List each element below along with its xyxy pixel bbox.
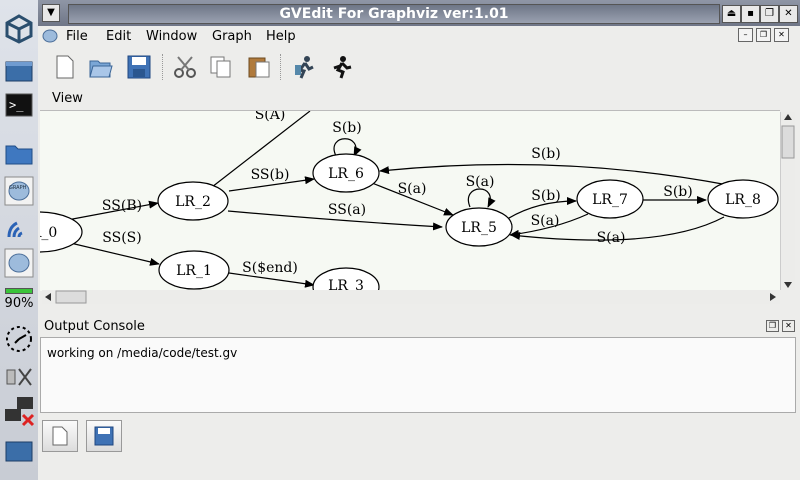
console-float-button[interactable]: ❐ [766, 320, 779, 332]
edge-label-top: S(A) [255, 111, 286, 123]
network-disconnected-icon[interactable] [3, 396, 35, 427]
graphviz-icon-2[interactable] [3, 248, 35, 278]
console-new-button[interactable] [42, 420, 78, 452]
cut-icon[interactable] [170, 52, 200, 82]
battery-percent: 90% [4, 296, 34, 311]
menu-bar: File Edit Window Graph Help [38, 26, 800, 48]
shade-button[interactable]: ⏏ [722, 5, 741, 23]
edge-lr8-lr6 [379, 163, 729, 186]
mdi-restore-button[interactable]: ❐ [756, 28, 771, 42]
new-file-icon[interactable] [50, 52, 80, 82]
edge-label-lr2-lr6: SS(b) [251, 167, 290, 183]
menu-file[interactable]: File [66, 29, 88, 44]
folder-icon[interactable] [3, 138, 35, 168]
copy-icon[interactable] [206, 52, 236, 82]
edge-label-lr7-lr5: S(a) [531, 213, 560, 229]
run-icon[interactable] [326, 52, 356, 82]
edge-label-lr1-lr3: S($end) [242, 260, 298, 276]
app-icon [42, 28, 58, 48]
title-bar[interactable]: ▼ GVEdit For Graphviz ver:1.01 ⏏ ▪ ❐ ✕ [38, 0, 800, 26]
label-r0: R_0 [40, 225, 57, 241]
mdi-close-button[interactable]: ✕ [774, 28, 789, 42]
menu-help[interactable]: Help [266, 29, 296, 44]
console-title-bar: Output Console ❐ ✕ [38, 316, 800, 336]
logo-icon[interactable] [3, 14, 35, 44]
console-output-text: working on /media/code/test.gv [47, 346, 238, 360]
menu-window[interactable]: Window [146, 29, 197, 44]
vertical-scrollbar[interactable] [780, 112, 795, 290]
show-desktop-icon[interactable] [3, 436, 35, 466]
label-lr2: LR_2 [175, 194, 211, 210]
save-icon[interactable] [124, 52, 154, 82]
desktop-dock: >_ GRAPH 90% [0, 0, 39, 480]
edge-label-lr5-self: S(a) [466, 174, 495, 190]
edge-label-lr6-lr5: S(a) [398, 181, 427, 197]
mdi-minimize-button[interactable]: – [738, 28, 753, 42]
label-lr5: LR_5 [461, 220, 497, 236]
edge-label-r0-lr2: SS(B) [102, 198, 142, 214]
maximize-button[interactable]: ❐ [760, 5, 779, 23]
label-lr8: LR_8 [725, 192, 761, 208]
open-folder-icon[interactable] [86, 52, 116, 82]
paste-icon[interactable] [244, 52, 274, 82]
layout-icon[interactable] [290, 52, 320, 82]
edge-label-lr8-lr5: S(a) [597, 230, 626, 246]
edge-label-r0-lr1: SS(S) [102, 230, 141, 246]
menu-graph[interactable]: Graph [212, 29, 252, 44]
edge-lr5-self [467, 188, 496, 208]
window-title: GVEdit For Graphviz ver:1.01 [68, 4, 720, 24]
menu-edit[interactable]: Edit [106, 29, 131, 44]
edge-label-lr6-self: S(b) [332, 120, 361, 136]
console-title: Output Console [44, 319, 145, 334]
desktop-icon[interactable] [3, 56, 35, 86]
wireless-icon[interactable] [3, 212, 35, 242]
terminal-icon[interactable]: >_ [3, 90, 35, 120]
svg-text:>_: >_ [9, 98, 24, 112]
edge-label-lr7-lr8: S(b) [663, 184, 692, 200]
battery-indicator: 90% [2, 288, 36, 311]
output-console[interactable]: working on /media/code/test.gv [40, 337, 796, 413]
edge-label-lr2-lr5: SS(a) [328, 202, 366, 218]
toolbar [38, 48, 800, 86]
horizontal-scrollbar[interactable] [42, 290, 780, 304]
label-lr7: LR_7 [592, 192, 628, 208]
graph-canvas[interactable]: R_0 LR_2 LR_1 LR_6 LR_5 LR_7 LR_8 LR_3 S… [40, 110, 780, 291]
label-lr6: LR_6 [328, 166, 364, 182]
minimize-button[interactable]: ▪ [741, 5, 760, 23]
edge-label-lr5-lr7: S(b) [531, 188, 560, 204]
gvedit-window: ▼ GVEdit For Graphviz ver:1.01 ⏏ ▪ ❐ ✕ F… [38, 0, 800, 480]
close-button[interactable]: ✕ [779, 5, 798, 23]
console-save-button[interactable] [86, 420, 122, 452]
graphviz-icon[interactable]: GRAPH [3, 176, 35, 206]
tools-icon[interactable] [3, 362, 35, 392]
label-lr1: LR_1 [176, 263, 212, 279]
clock-icon[interactable] [3, 324, 35, 354]
edge-label-lr8-lr6: S(b) [531, 146, 560, 162]
view-bar: View [38, 86, 800, 110]
svg-text:GRAPH: GRAPH [9, 185, 27, 191]
view-tab[interactable]: View [52, 91, 83, 106]
console-close-button[interactable]: ✕ [782, 320, 795, 332]
window-menu-button[interactable]: ▼ [42, 4, 60, 22]
battery-icon [5, 288, 33, 294]
